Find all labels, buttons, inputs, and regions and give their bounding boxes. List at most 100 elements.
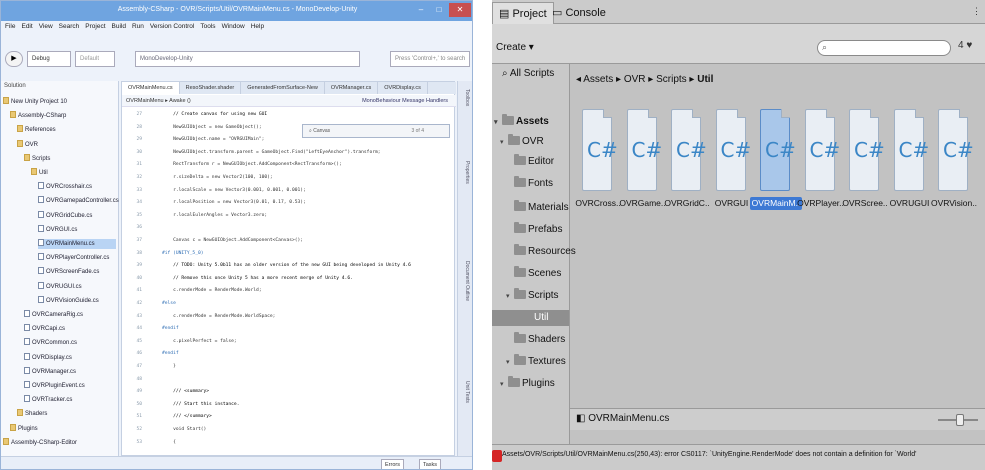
target-select[interactable]: Default: [75, 51, 115, 67]
run-button[interactable]: ▶: [5, 51, 23, 67]
tab-project[interactable]: ▤ Project: [492, 2, 554, 24]
menu-item[interactable]: Edit: [21, 23, 32, 35]
tab-console[interactable]: ▭ Console: [546, 2, 612, 24]
tab-editor-file[interactable]: GeneratedFromSurface-New: [241, 82, 325, 94]
dock-tab[interactable]: Toolbox: [460, 89, 470, 106]
breadcrumb-item[interactable]: Assets: [583, 74, 613, 85]
solution-tree-item[interactable]: OVRCameraRig.cs: [24, 310, 83, 320]
solution-tree-item[interactable]: Shaders: [17, 409, 47, 419]
chevron-down-icon[interactable]: ▾: [506, 355, 514, 371]
asset-item[interactable]: C# OVRGame..: [619, 95, 666, 235]
asset-item[interactable]: C# OVRUGUI: [886, 95, 932, 235]
folder-tree-item[interactable]: ▾ Plugins: [500, 376, 555, 392]
folder-tree-item[interactable]: ▾ Textures: [506, 354, 566, 370]
close-button[interactable]: ✕: [449, 3, 471, 17]
solution-tree-item[interactable]: OVRVisionGuide.cs: [38, 295, 99, 306]
asset-item[interactable]: C# OVRMainM..: [750, 95, 802, 235]
dock-tab[interactable]: Document Outline: [460, 261, 470, 301]
solution-tree-item[interactable]: Util: [31, 168, 48, 178]
tab-editor-file[interactable]: OVRManager.cs: [325, 82, 379, 94]
folder-tree-item[interactable]: Prefabs: [506, 222, 562, 238]
solution-tree-item[interactable]: OVRCrosshair.cs: [38, 182, 92, 192]
dock-tab[interactable]: Unit Tests: [460, 381, 470, 403]
asset-item[interactable]: C# OVRGridC..: [663, 95, 710, 235]
solution-tree-item[interactable]: OVRMainMenu.cs: [38, 239, 116, 249]
solution-tree-item[interactable]: References: [17, 125, 56, 135]
menu-item[interactable]: Project: [85, 23, 105, 35]
menu-item[interactable]: File: [5, 23, 15, 35]
menu-item[interactable]: Tools: [200, 23, 215, 35]
folder-tree-item[interactable]: Materials: [506, 200, 569, 216]
filter-icons[interactable]: 4 ♥: [958, 40, 972, 51]
chevron-down-icon[interactable]: ▾: [500, 377, 508, 393]
solution-tree-item[interactable]: OVRPluginEvent.cs: [24, 381, 85, 391]
solution-tree-item[interactable]: OVRGridCube.cs: [38, 210, 92, 221]
asset-item[interactable]: C# OVRPlayer..: [797, 95, 844, 235]
menu-item[interactable]: Window: [222, 23, 245, 35]
breadcrumb-item[interactable]: OVR: [624, 74, 646, 85]
code-text: c.pixelPerfect = false;: [173, 338, 237, 344]
chevron-down-icon[interactable]: ▾: [506, 289, 514, 305]
solution-tree-item[interactable]: OVRUGUI.cs: [38, 281, 82, 292]
solution-tree-item[interactable]: OVRPlayerController.cs: [38, 253, 109, 263]
search-input[interactable]: ⌕: [817, 40, 951, 56]
solution-tree-item[interactable]: OVRScreenFade.cs: [38, 267, 99, 277]
menu-item[interactable]: Run: [132, 23, 144, 35]
dock-tab[interactable]: Properties: [460, 161, 470, 184]
solution-tree-item[interactable]: OVRGamepadController.cs: [38, 196, 119, 206]
zoom-slider-handle[interactable]: [956, 414, 964, 426]
asset-item[interactable]: C# OVRVision..: [930, 95, 977, 235]
configuration-select[interactable]: Debug: [27, 51, 71, 67]
menu-icon[interactable]: ⋮: [972, 6, 981, 17]
asset-item[interactable]: C# OVRGUI: [708, 95, 754, 235]
folder-tree-item[interactable]: ▾ Assets: [494, 114, 549, 130]
folder-tree-item[interactable]: ▾ OVR: [500, 134, 544, 150]
folder-icon: [508, 134, 520, 145]
menu-item[interactable]: Search: [59, 23, 80, 35]
breadcrumb-item[interactable]: Util: [697, 74, 713, 85]
solution-tree-item[interactable]: New Unity Project 10: [3, 97, 67, 107]
create-button[interactable]: Create ▾: [496, 42, 534, 53]
folder-tree-item[interactable]: Fonts: [506, 176, 553, 192]
maximize-button[interactable]: □: [431, 3, 447, 17]
folder-tree-item[interactable]: Scenes: [506, 266, 561, 282]
folder-tree-item[interactable]: ▾ Scripts: [506, 288, 559, 304]
path-class[interactable]: OVRMainMenu: [126, 98, 164, 104]
solution-tree-item[interactable]: Plugins: [10, 423, 38, 434]
solution-tree-item[interactable]: Scripts: [24, 153, 50, 164]
tasks-button[interactable]: Tasks: [419, 459, 442, 469]
asset-item[interactable]: C# OVRScree..: [841, 95, 888, 235]
menu-item[interactable]: Help: [251, 23, 264, 35]
solution-tree-item[interactable]: OVRDisplay.cs: [24, 352, 72, 363]
solution-tree-item[interactable]: Assembly-CSharp: [10, 111, 66, 121]
solution-tree-item[interactable]: OVRManager.cs: [24, 366, 76, 377]
asset-item[interactable]: C# OVRCross..: [574, 95, 621, 235]
minimize-button[interactable]: –: [413, 3, 429, 17]
path-region[interactable]: MonoBehaviour Message Handlers: [362, 95, 448, 107]
folder-tree-item[interactable]: Util: [492, 310, 569, 326]
folder-icon: [17, 409, 23, 417]
solution-tree-item[interactable]: Assembly-CSharp-Editor: [3, 437, 77, 448]
folder-tree-item[interactable]: Shaders: [506, 332, 565, 348]
tab-editor-file[interactable]: OVRMainMenu.cs: [122, 82, 180, 94]
solution-tree-item[interactable]: OVRCommon.cs: [24, 338, 77, 348]
solution-tree-item[interactable]: OVRCapi.cs: [24, 324, 65, 334]
solution-tree-item[interactable]: OVR: [17, 139, 38, 150]
menu-item[interactable]: Version Control: [150, 23, 194, 35]
path-member[interactable]: Awake (): [169, 98, 191, 104]
breadcrumb-item[interactable]: Scripts: [656, 74, 687, 85]
error-bar[interactable]: Assets/OVR/Scripts/Util/OVRMainMenu.cs(2…: [492, 444, 985, 470]
tab-editor-file[interactable]: ResoShader.shader: [180, 82, 242, 94]
search-input[interactable]: Press 'Control+,' to search: [390, 51, 470, 67]
folder-tree-item[interactable]: Resources: [506, 244, 576, 260]
errors-button[interactable]: Errors: [381, 459, 404, 469]
menu-item[interactable]: Build: [112, 23, 126, 35]
solution-tree-item[interactable]: OVRTracker.cs: [24, 395, 72, 405]
folder-tree-item[interactable]: ⌕ All Scripts: [502, 66, 554, 82]
chevron-down-icon[interactable]: ▾: [494, 115, 502, 131]
menu-item[interactable]: View: [39, 23, 53, 35]
folder-tree-item[interactable]: Editor: [506, 154, 554, 170]
tab-editor-file[interactable]: OVRDisplay.cs: [378, 82, 428, 94]
chevron-down-icon[interactable]: ▾: [500, 135, 508, 151]
solution-tree-item[interactable]: OVRGUI.cs: [38, 224, 77, 235]
